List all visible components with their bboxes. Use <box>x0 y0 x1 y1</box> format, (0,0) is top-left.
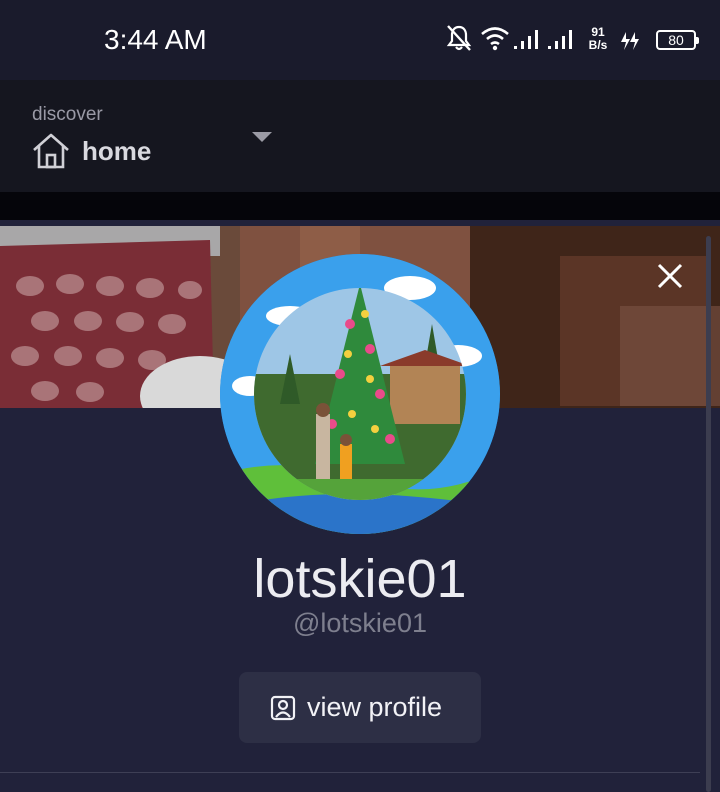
wifi-icon <box>481 27 509 51</box>
header-subtitle: discover <box>32 104 103 125</box>
home-icon <box>33 133 69 169</box>
username: lotskie01 <box>253 549 467 609</box>
charging-icon <box>621 32 639 50</box>
user-handle: @lotskie01 <box>293 608 427 638</box>
status-bar: 3:44 AM 91 B/s 80 <box>0 0 720 80</box>
user-profile-icon <box>270 695 296 721</box>
network-speed-unit: B/s <box>588 38 608 52</box>
chevron-down-icon[interactable] <box>252 132 272 142</box>
bottom-divider <box>0 772 700 773</box>
status-time: 3:44 AM <box>104 24 207 55</box>
bell-off-icon <box>446 25 472 51</box>
battery-icon: 80 <box>656 30 699 50</box>
avatar <box>220 254 500 534</box>
status-icons: 91 B/s 80 <box>436 24 699 58</box>
header-title[interactable]: home <box>82 136 151 167</box>
scrollbar[interactable] <box>706 236 711 792</box>
app-header: discover home <box>0 80 720 192</box>
header-divider <box>0 192 720 220</box>
signal-icon <box>548 30 572 49</box>
network-speed: 91 B/s <box>584 26 612 52</box>
close-icon[interactable] <box>652 258 688 294</box>
view-profile-label: view profile <box>307 692 443 722</box>
view-profile-button[interactable]: view profile <box>239 672 481 743</box>
signal-icon <box>514 30 538 49</box>
